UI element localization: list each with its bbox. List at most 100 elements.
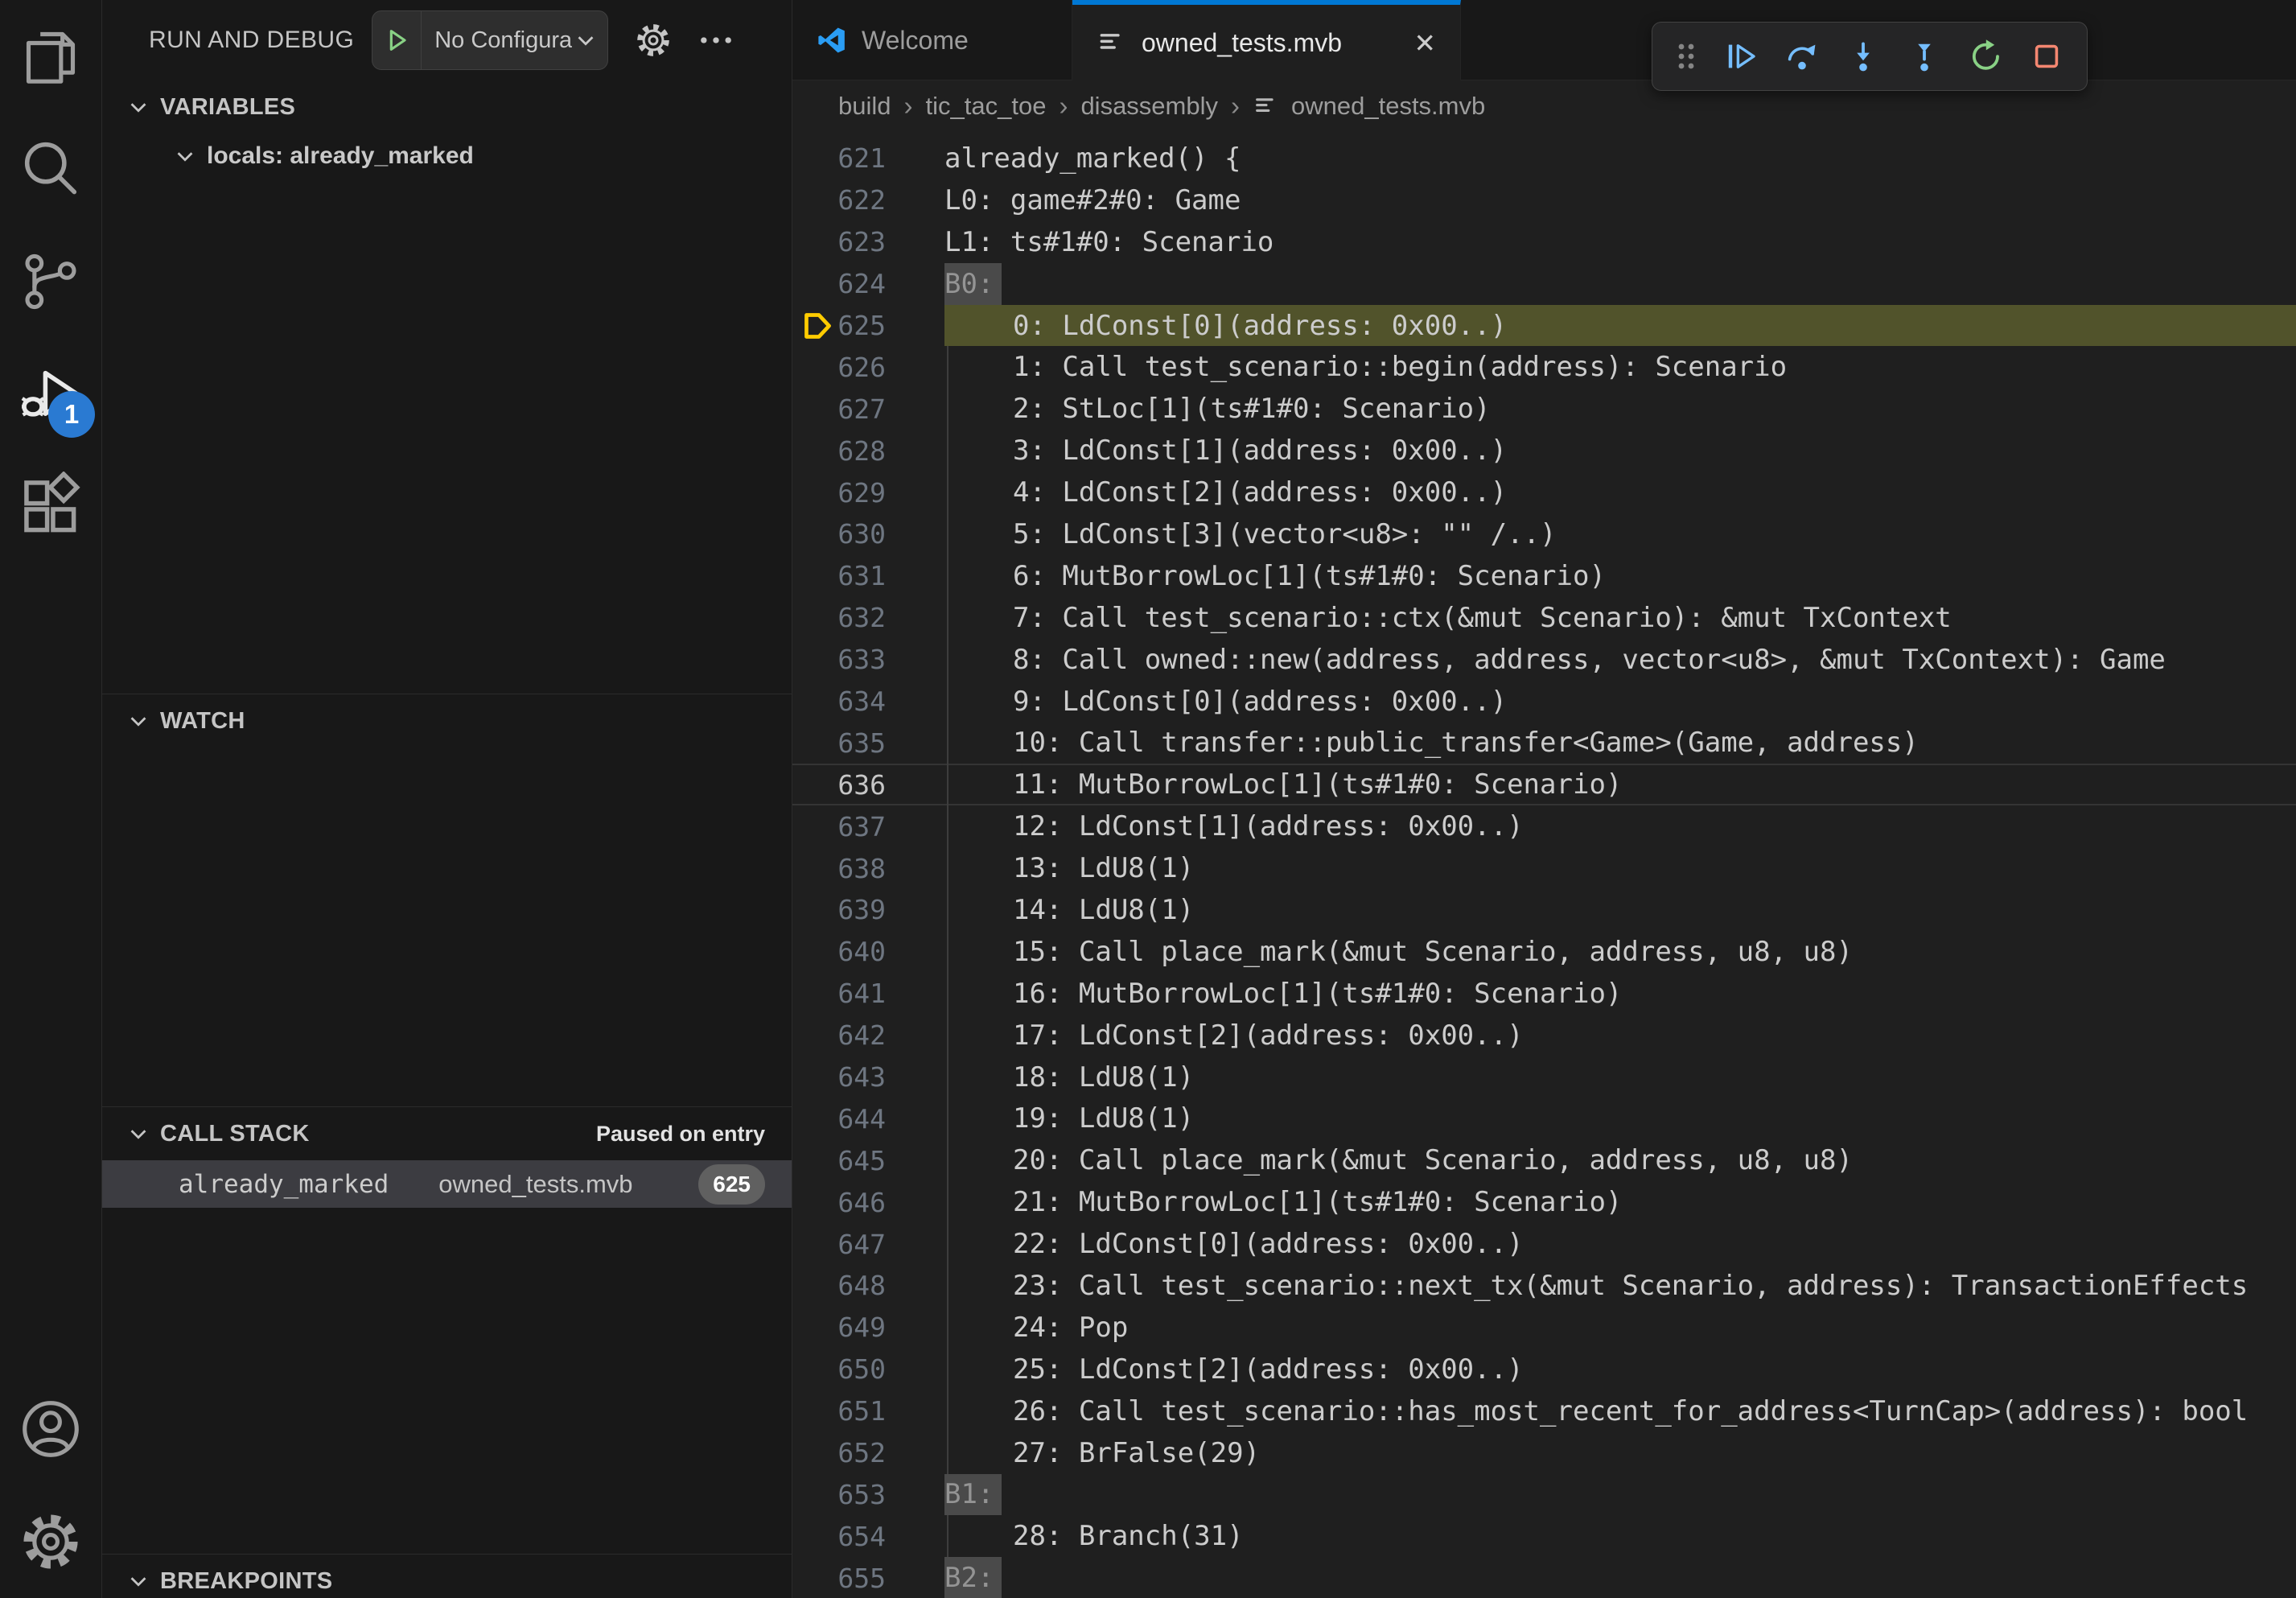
code-text[interactable]: 23: Call test_scenario::next_tx(&mut Sce… [944, 1265, 2296, 1307]
code-text[interactable]: 12: LdConst[1](address: 0x00..) [944, 805, 2296, 847]
line-gutter[interactable]: 637 [792, 805, 944, 847]
tab-welcome[interactable]: Welcome [792, 0, 1072, 80]
line-gutter[interactable]: 630 [792, 513, 944, 555]
line-gutter[interactable]: 622 [792, 179, 944, 221]
code-text[interactable]: 4: LdConst[2](address: 0x00..) [944, 472, 2296, 513]
code-text[interactable]: 13: LdU8(1) [944, 847, 2296, 889]
line-gutter[interactable]: 655 [792, 1557, 944, 1598]
step-out-icon[interactable] [1899, 27, 1950, 85]
line-gutter[interactable]: 650 [792, 1349, 944, 1390]
breadcrumb-file[interactable]: owned_tests.mvb [1253, 92, 1485, 121]
code-text[interactable]: L1: ts#1#0: Scenario [944, 221, 2296, 263]
settings-gear-icon[interactable] [0, 1485, 101, 1598]
line-gutter[interactable]: 646 [792, 1181, 944, 1223]
toolbar-drag-handle-icon[interactable] [1667, 27, 1706, 85]
close-tab-icon[interactable]: ✕ [1413, 27, 1436, 59]
source-control-icon[interactable] [0, 225, 101, 338]
breadcrumb-build[interactable]: build [838, 92, 891, 121]
line-gutter[interactable]: 631 [792, 555, 944, 597]
code-text[interactable]: L0: game#2#0: Game [944, 179, 2296, 221]
debug-settings-gear-icon[interactable] [632, 19, 674, 61]
line-gutter[interactable]: 634 [792, 681, 944, 723]
code-text[interactable]: 18: LdU8(1) [944, 1056, 2296, 1098]
line-gutter[interactable]: 628 [792, 430, 944, 472]
call-stack-section-header[interactable]: CALL STACK Paused on entry [102, 1107, 792, 1160]
line-gutter[interactable]: 639 [792, 889, 944, 931]
code-text[interactable]: B0: [944, 263, 2296, 305]
code-text[interactable]: 5: LdConst[3](vector<u8>: "" /..) [944, 513, 2296, 555]
restart-icon[interactable] [1960, 27, 2011, 85]
stack-frame-row[interactable]: already_marked owned_tests.mvb 625 [102, 1160, 792, 1208]
code-text[interactable]: 0: LdConst[0](address: 0x00..) [944, 305, 2296, 347]
code-text[interactable]: 16: MutBorrowLoc[1](ts#1#0: Scenario) [944, 973, 2296, 1015]
line-gutter[interactable]: 623 [792, 221, 944, 263]
code-text[interactable]: 24: Pop [944, 1307, 2296, 1349]
step-into-icon[interactable] [1837, 27, 1889, 85]
line-gutter[interactable]: 647 [792, 1223, 944, 1265]
watch-section-header[interactable]: WATCH [102, 694, 792, 748]
code-text[interactable]: 2: StLoc[1](ts#1#0: Scenario) [944, 388, 2296, 430]
breakpoints-section-header[interactable]: BREAKPOINTS [102, 1555, 792, 1598]
step-over-icon[interactable] [1776, 27, 1828, 85]
code-text[interactable]: 25: LdConst[2](address: 0x00..) [944, 1349, 2296, 1390]
line-gutter[interactable]: 629 [792, 472, 944, 513]
code-text[interactable]: B1: [944, 1474, 2296, 1516]
code-text[interactable]: 8: Call owned::new(address, address, vec… [944, 639, 2296, 681]
line-gutter[interactable]: 648 [792, 1265, 944, 1307]
line-gutter[interactable]: 654 [792, 1515, 944, 1557]
line-gutter[interactable]: 636 [792, 764, 944, 805]
line-gutter[interactable]: 627 [792, 388, 944, 430]
line-gutter[interactable]: 653 [792, 1474, 944, 1516]
code-text[interactable]: 14: LdU8(1) [944, 889, 2296, 931]
start-debug-icon[interactable] [372, 24, 421, 56]
line-gutter[interactable]: 644 [792, 1098, 944, 1139]
line-gutter[interactable]: 652 [792, 1432, 944, 1474]
continue-icon[interactable] [1715, 27, 1767, 85]
search-icon[interactable] [0, 113, 101, 225]
more-actions-icon[interactable] [695, 19, 737, 61]
line-gutter[interactable]: 651 [792, 1390, 944, 1432]
code-text[interactable]: 21: MutBorrowLoc[1](ts#1#0: Scenario) [944, 1181, 2296, 1223]
code-text[interactable]: 10: Call transfer::public_transfer<Game>… [944, 722, 2296, 764]
tab-owned-tests[interactable]: owned_tests.mvb ✕ [1072, 0, 1461, 80]
code-text[interactable]: 1: Call test_scenario::begin(address): S… [944, 346, 2296, 388]
line-gutter[interactable]: 645 [792, 1139, 944, 1181]
explorer-icon[interactable] [0, 0, 101, 113]
breadcrumb-tic-tac-toe[interactable]: tic_tac_toe [926, 92, 1047, 121]
code-text[interactable]: 26: Call test_scenario::has_most_recent_… [944, 1390, 2296, 1432]
variables-locals-item[interactable]: locals: already_marked [102, 134, 792, 179]
extensions-icon[interactable] [0, 451, 101, 563]
line-gutter[interactable]: 635 [792, 722, 944, 764]
code-text[interactable]: 17: LdConst[2](address: 0x00..) [944, 1015, 2296, 1056]
line-gutter[interactable]: 621 [792, 138, 944, 179]
code-text[interactable]: 7: Call test_scenario::ctx(&mut Scenario… [944, 597, 2296, 639]
code-text[interactable]: 6: MutBorrowLoc[1](ts#1#0: Scenario) [944, 555, 2296, 597]
line-gutter[interactable]: 638 [792, 847, 944, 889]
run-and-debug-icon[interactable]: 1 [0, 338, 101, 451]
line-gutter[interactable]: 640 [792, 931, 944, 973]
code-text[interactable]: 22: LdConst[0](address: 0x00..) [944, 1223, 2296, 1265]
code-text[interactable]: 27: BrFalse(29) [944, 1432, 2296, 1474]
stop-icon[interactable] [2021, 27, 2072, 85]
code-text[interactable]: 9: LdConst[0](address: 0x00..) [944, 681, 2296, 723]
code-text[interactable]: already_marked() { [944, 138, 2296, 179]
code-text[interactable]: 19: LdU8(1) [944, 1098, 2296, 1139]
line-gutter[interactable]: 642 [792, 1015, 944, 1056]
debug-config-dropdown[interactable]: No Configura [372, 10, 608, 70]
line-gutter[interactable]: 641 [792, 973, 944, 1015]
accounts-icon[interactable] [0, 1373, 101, 1485]
line-gutter[interactable]: 649 [792, 1307, 944, 1349]
breadcrumb-disassembly[interactable]: disassembly [1080, 92, 1218, 121]
code-text[interactable]: 20: Call place_mark(&mut Scenario, addre… [944, 1139, 2296, 1181]
code-text[interactable]: 11: MutBorrowLoc[1](ts#1#0: Scenario) [944, 764, 2296, 805]
code-text[interactable]: B2: [944, 1557, 2296, 1598]
code-text[interactable]: 28: Branch(31) [944, 1515, 2296, 1557]
line-gutter[interactable]: 624 [792, 263, 944, 305]
line-gutter[interactable]: 632 [792, 597, 944, 639]
code-text[interactable]: 15: Call place_mark(&mut Scenario, addre… [944, 931, 2296, 973]
variables-section-header[interactable]: VARIABLES [102, 80, 792, 134]
line-gutter[interactable]: 633 [792, 639, 944, 681]
line-gutter[interactable]: 626 [792, 346, 944, 388]
code-text[interactable]: 3: LdConst[1](address: 0x00..) [944, 430, 2296, 472]
line-gutter[interactable]: 643 [792, 1056, 944, 1098]
